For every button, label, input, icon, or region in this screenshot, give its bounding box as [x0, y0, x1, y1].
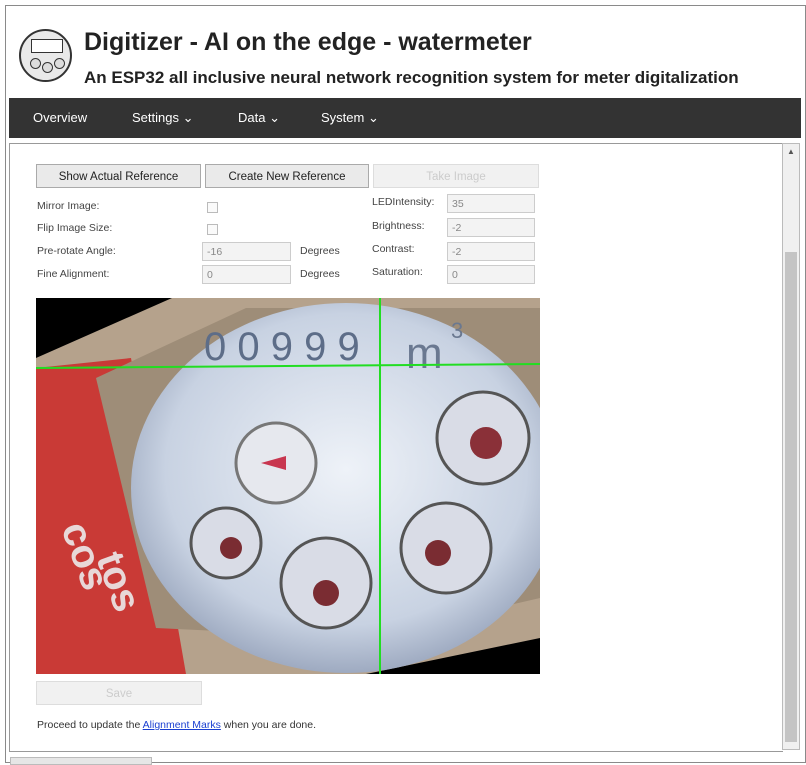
nav-system[interactable]: System ⌄: [321, 98, 379, 138]
prerotate-unit: Degrees: [300, 245, 340, 257]
flip-image-label: Flip Image Size:: [37, 222, 113, 234]
mirror-image-label: Mirror Image:: [37, 200, 100, 212]
vertical-scrollbar[interactable]: ▲: [782, 143, 800, 750]
top-navbar: Overview Settings ⌄ Data ⌄ System ⌄: [9, 98, 801, 138]
contrast-label: Contrast:: [372, 243, 415, 255]
create-reference-button[interactable]: Create New Reference: [205, 164, 369, 188]
prerotate-input[interactable]: -16: [202, 242, 291, 261]
footer-note: Proceed to update the Alignment Marks wh…: [37, 719, 317, 731]
save-button[interactable]: Save: [36, 681, 202, 705]
take-image-button[interactable]: Take Image: [373, 164, 539, 188]
saturation-input[interactable]: 0: [447, 265, 535, 284]
contrast-input[interactable]: -2: [447, 242, 535, 261]
page-subtitle: An ESP32 all inclusive neural network re…: [84, 68, 739, 87]
led-intensity-input[interactable]: 35: [447, 194, 535, 213]
fine-alignment-label: Fine Alignment:: [37, 268, 110, 280]
meter-digits: 0 0 9 9 9: [204, 325, 360, 369]
brightness-label: Brightness:: [372, 220, 425, 232]
nav-settings[interactable]: Settings ⌄: [132, 98, 193, 138]
show-reference-button[interactable]: Show Actual Reference: [36, 164, 201, 188]
camera-image: cos tos 0 0 9 9 9 m 3: [36, 298, 540, 674]
flip-image-checkbox[interactable]: [207, 224, 218, 235]
alignment-marks-link[interactable]: Alignment Marks: [143, 719, 221, 731]
meter-logo-icon: [19, 29, 72, 82]
led-intensity-label: LEDIntensity:: [372, 196, 435, 208]
page-title: Digitizer - AI on the edge - watermeter: [84, 28, 532, 56]
fine-alignment-unit: Degrees: [300, 268, 340, 280]
nav-overview[interactable]: Overview: [33, 98, 87, 138]
fine-alignment-input[interactable]: 0: [202, 265, 291, 284]
scrollbar-thumb[interactable]: [785, 252, 797, 742]
prerotate-label: Pre-rotate Angle:: [37, 245, 116, 257]
meter-unit: m: [406, 329, 443, 378]
mirror-image-checkbox[interactable]: [207, 202, 218, 213]
nav-data[interactable]: Data ⌄: [238, 98, 280, 138]
saturation-label: Saturation:: [372, 266, 423, 278]
browser-status-bar: [10, 757, 152, 765]
scroll-up-icon[interactable]: ▲: [787, 147, 795, 156]
brightness-input[interactable]: -2: [447, 218, 535, 237]
meter-unit-exponent: 3: [451, 318, 463, 343]
